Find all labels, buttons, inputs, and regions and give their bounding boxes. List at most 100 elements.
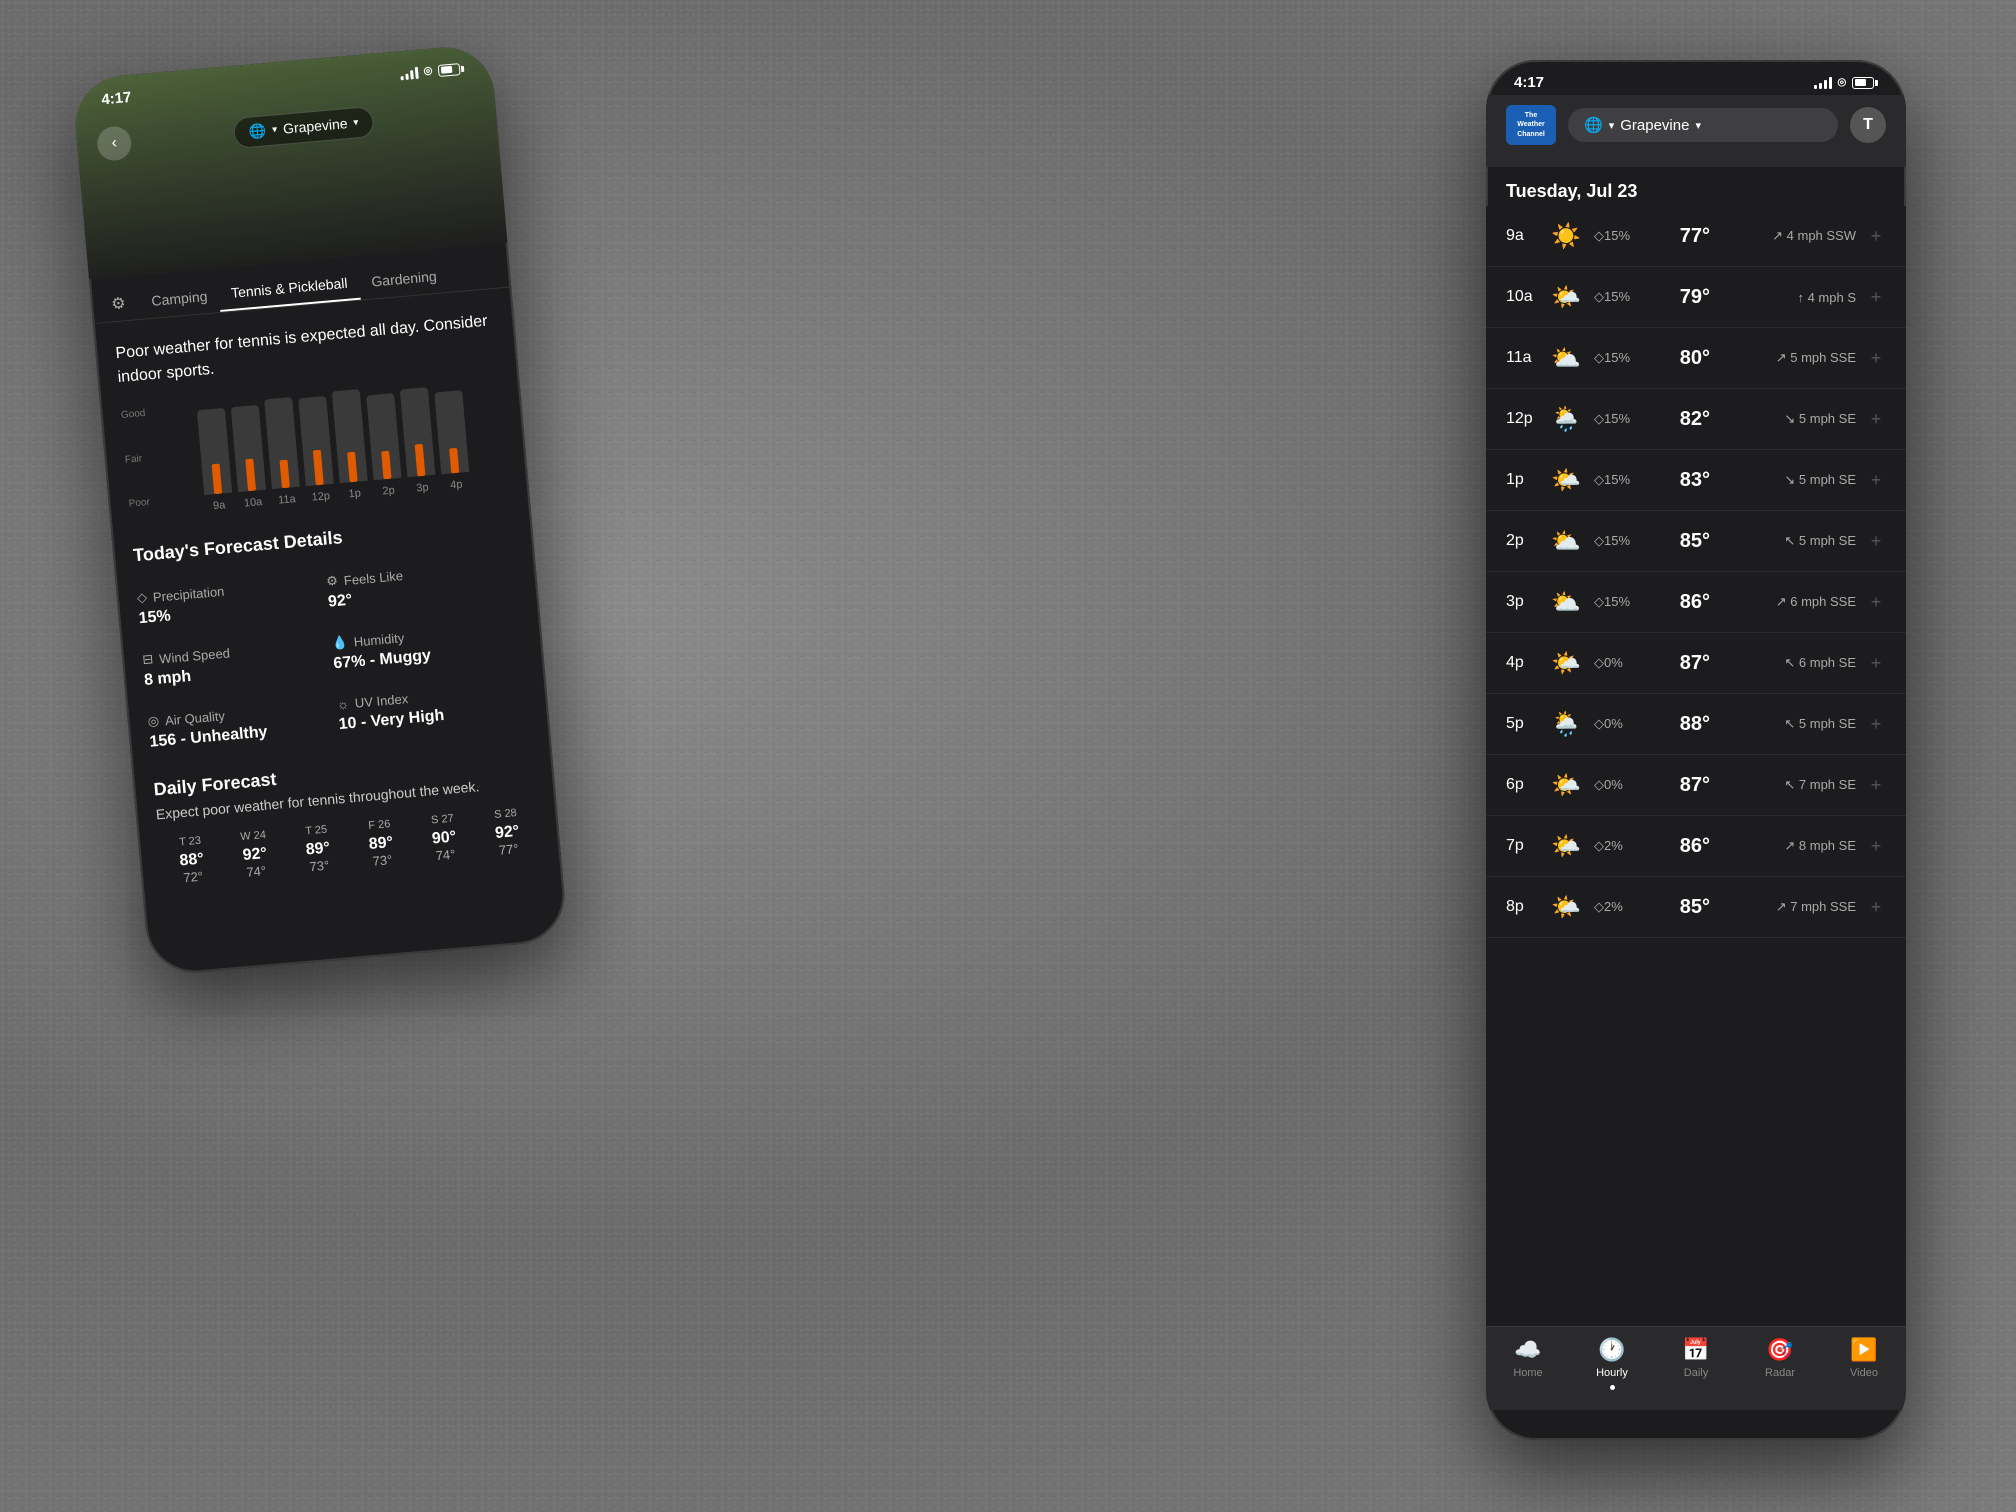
nav-home[interactable]: ☁️ Home [1486, 1337, 1570, 1390]
hourly-row-2p[interactable]: 2p ⛅ ◇15% 85° ↖ 5 mph SE + [1486, 511, 1906, 572]
hour-5p: 5p [1506, 715, 1538, 733]
wind-8p: ↗ 7 mph SSE [1720, 899, 1856, 915]
precip-1p: ◇15% [1594, 472, 1644, 488]
expand-11a[interactable]: + [1866, 348, 1886, 369]
precip-9a: ◇15% [1594, 228, 1644, 244]
hourly-row-4p[interactable]: 4p 🌤️ ◇0% 87° ↖ 6 mph SE + [1486, 633, 1906, 694]
app-logo-row: TheWeatherChannel 🌐 ▾ Grapevine ▾ T [1506, 95, 1886, 155]
hourly-row-7p[interactable]: 7p 🌤️ ◇2% 86° ↗ 8 mph SE + [1486, 816, 1906, 877]
chart-label-fair: Fair [124, 452, 149, 465]
hourly-row-6p[interactable]: 6p 🌤️ ◇0% 87° ↖ 7 mph SE + [1486, 755, 1906, 816]
bar-label-1p: 1p [348, 487, 361, 500]
hourly-row-10a[interactable]: 10a 🌤️ ◇15% 79° ↑ 4 mph S + [1486, 267, 1906, 328]
battery-icon [438, 62, 465, 76]
weather-icon-10a: 🌤️ [1548, 279, 1584, 315]
right-status-icons: ⌾ [1814, 74, 1878, 91]
hour-3p: 3p [1506, 593, 1538, 611]
daily-col-5: S 28 92° 77° [473, 805, 540, 859]
signal-icon [399, 66, 418, 80]
daily-col-3: F 26 89° 73° [347, 816, 414, 870]
right-location-label: Grapevine [1620, 117, 1689, 134]
right-signal-icon [1814, 77, 1832, 89]
location-label: Grapevine [282, 115, 348, 137]
nav-daily[interactable]: 📅 Daily [1654, 1337, 1738, 1390]
nav-radar-label: Radar [1765, 1367, 1795, 1379]
nav-hourly[interactable]: 🕐 Hourly [1570, 1337, 1654, 1390]
weather-icon-9a: ☀️ [1548, 218, 1584, 254]
logo-text: TheWeatherChannel [1517, 111, 1545, 138]
tab-gardening[interactable]: Gardening [358, 259, 450, 299]
temp-3p: 86° [1654, 591, 1710, 614]
nav-radar[interactable]: 🎯 Radar [1738, 1337, 1822, 1390]
back-button[interactable]: ‹ [96, 125, 133, 162]
precip-6p: ◇0% [1594, 777, 1644, 793]
daily-day-2: T 25 [284, 822, 348, 839]
daily-col-0: T 23 88° 72° [158, 833, 225, 887]
right-globe-icon: 🌐 [1584, 116, 1603, 134]
bottom-nav: ☁️ Home 🕐 Hourly 📅 Daily 🎯 Radar ▶️ Vide… [1486, 1326, 1906, 1410]
bar-label-9a: 9a [213, 499, 226, 512]
precip-4p: ◇0% [1594, 655, 1644, 671]
wifi-icon: ⌾ [423, 63, 433, 81]
wind-11a: ↗ 5 mph SSE [1720, 350, 1856, 366]
temp-2p: 85° [1654, 530, 1710, 553]
bar-3p: 3p [400, 387, 437, 495]
wind-7p: ↗ 8 mph SE [1720, 838, 1856, 854]
bar-4p: 4p [434, 390, 471, 492]
expand-3p[interactable]: + [1866, 592, 1886, 613]
temp-4p: 87° [1654, 652, 1710, 675]
hourly-row-8p[interactable]: 8p 🌤️ ◇2% 85° ↗ 7 mph SSE + [1486, 877, 1906, 938]
wind-4p: ↖ 6 mph SE [1720, 655, 1856, 671]
daily-icon: 📅 [1682, 1337, 1709, 1363]
precip-3p: ◇15% [1594, 594, 1644, 610]
weather-icon-11a: ⛅ [1548, 340, 1584, 376]
hourly-row-5p[interactable]: 5p 🌦️ ◇0% 88° ↖ 5 mph SE + [1486, 694, 1906, 755]
expand-10a[interactable]: + [1866, 287, 1886, 308]
hourly-list: 9a ☀️ ◇15% 77° ↗ 4 mph SSW + 10a 🌤️ ◇15%… [1486, 206, 1906, 1326]
right-status-bar: 4:17 ⌾ [1486, 60, 1906, 95]
bar-12p: 12p [298, 396, 335, 504]
nav-video[interactable]: ▶️ Video [1822, 1337, 1906, 1390]
hourly-row-12p[interactable]: 12p 🌦️ ◇15% 82° ↘ 5 mph SE + [1486, 389, 1906, 450]
hourly-row-9a[interactable]: 9a ☀️ ◇15% 77° ↗ 4 mph SSW + [1486, 206, 1906, 267]
precip-2p: ◇15% [1594, 533, 1644, 549]
weather-icon-4p: 🌤️ [1548, 645, 1584, 681]
weather-icon-1p: 🌤️ [1548, 462, 1584, 498]
wind-icon: ⊟ [142, 651, 154, 668]
daily-col-1: W 24 92° 74° [221, 827, 288, 881]
wind-6p: ↖ 7 mph SE [1720, 777, 1856, 793]
temp-12p: 82° [1654, 408, 1710, 431]
user-avatar[interactable]: T [1850, 107, 1886, 143]
expand-4p[interactable]: + [1866, 653, 1886, 674]
filter-icon[interactable]: ⚙ [110, 293, 126, 314]
hourly-row-3p[interactable]: 3p ⛅ ◇15% 86° ↗ 6 mph SSE + [1486, 572, 1906, 633]
uv-icon: ☼ [336, 696, 349, 712]
date-header: Tuesday, Jul 23 [1486, 167, 1906, 206]
weather-icon-3p: ⛅ [1548, 584, 1584, 620]
right-chevron-icon: ▾ [1695, 119, 1701, 132]
right-header: TheWeatherChannel 🌐 ▾ Grapevine ▾ T [1486, 95, 1906, 167]
expand-5p[interactable]: + [1866, 714, 1886, 735]
expand-6p[interactable]: + [1866, 775, 1886, 796]
right-location-selector[interactable]: 🌐 ▾ Grapevine ▾ [1568, 108, 1838, 142]
daily-day-5: S 28 [473, 805, 537, 822]
daily-day-4: S 27 [410, 811, 474, 828]
expand-7p[interactable]: + [1866, 836, 1886, 857]
drop-icon: ◇ [136, 589, 147, 606]
expand-8p[interactable]: + [1866, 897, 1886, 918]
left-time: 4:17 [101, 89, 132, 109]
hour-11a: 11a [1506, 349, 1538, 367]
right-arrow-icon: ▾ [1609, 119, 1615, 132]
expand-9a[interactable]: + [1866, 226, 1886, 247]
home-icon: ☁️ [1514, 1337, 1541, 1363]
expand-2p[interactable]: + [1866, 531, 1886, 552]
hour-8p: 8p [1506, 898, 1538, 916]
temp-6p: 87° [1654, 774, 1710, 797]
chart-label-poor: Poor [128, 497, 153, 510]
expand-1p[interactable]: + [1866, 470, 1886, 491]
hourly-row-1p[interactable]: 1p 🌤️ ◇15% 83° ↘ 5 mph SE + [1486, 450, 1906, 511]
expand-12p[interactable]: + [1866, 409, 1886, 430]
bar-label-11a: 11a [278, 493, 297, 506]
hourly-row-11a[interactable]: 11a ⛅ ◇15% 80° ↗ 5 mph SSE + [1486, 328, 1906, 389]
tab-camping[interactable]: Camping [138, 279, 221, 318]
